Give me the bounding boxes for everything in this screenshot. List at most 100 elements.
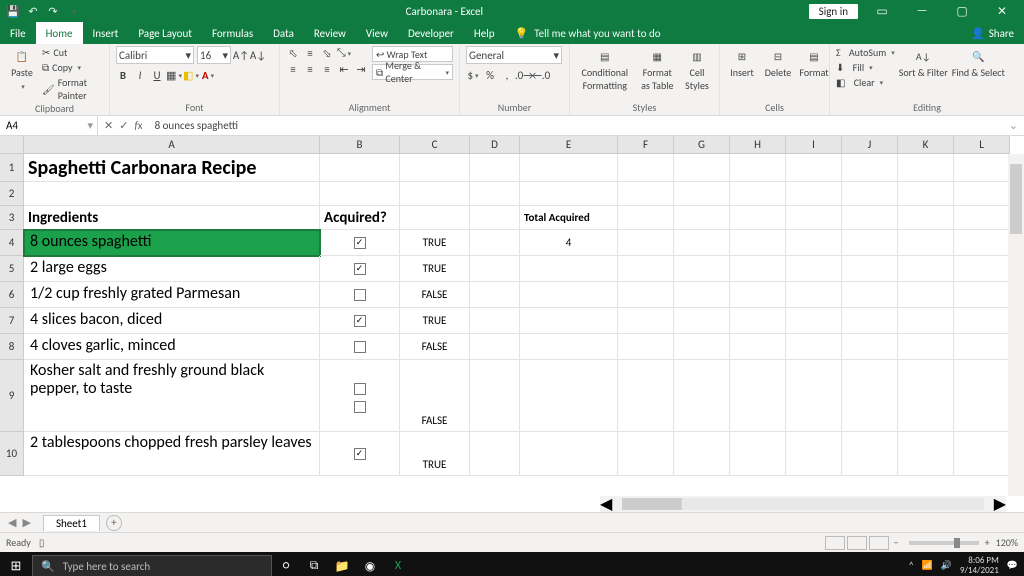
cell[interactable]: FALSE xyxy=(400,282,470,308)
checkbox[interactable]: ✓ xyxy=(354,237,366,249)
cell[interactable] xyxy=(898,230,954,256)
cell[interactable] xyxy=(898,256,954,282)
font-name-select[interactable]: Calibri▾ xyxy=(116,46,194,64)
cell[interactable] xyxy=(618,432,674,476)
ribbon-display-icon[interactable]: ▭ xyxy=(866,4,898,19)
increase-font-icon[interactable]: A↑ xyxy=(234,48,248,62)
underline-button[interactable]: U xyxy=(150,68,164,82)
checkbox[interactable]: ✓ xyxy=(354,315,366,327)
cell[interactable]: ✓ xyxy=(320,230,400,256)
cell[interactable]: 8 ounces spaghetti xyxy=(24,230,320,256)
col-header-B[interactable]: B xyxy=(320,136,400,154)
redo-icon[interactable]: ↷ xyxy=(46,4,60,18)
checkbox[interactable] xyxy=(354,401,366,413)
paste-dropdown[interactable] xyxy=(19,79,25,92)
cell[interactable] xyxy=(954,308,1010,334)
cell[interactable] xyxy=(24,182,320,206)
volume-icon[interactable]: 🔊 xyxy=(941,561,952,571)
row-header-10[interactable]: 10 xyxy=(0,432,24,476)
row-header-5[interactable]: 5 xyxy=(0,256,24,282)
cell[interactable] xyxy=(842,360,898,432)
checkbox[interactable] xyxy=(354,341,366,353)
cell[interactable]: Ingredients xyxy=(24,206,320,230)
zoom-level[interactable]: 120% xyxy=(996,536,1018,549)
font-size-select[interactable]: 16▾ xyxy=(197,46,231,64)
row-header-7[interactable]: 7 xyxy=(0,308,24,334)
cell[interactable] xyxy=(520,256,618,282)
tab-data[interactable]: Data xyxy=(263,22,304,44)
cell[interactable] xyxy=(954,154,1010,182)
cell[interactable] xyxy=(520,334,618,360)
sheet-tab-1[interactable]: Sheet1 xyxy=(43,515,100,531)
cell[interactable] xyxy=(520,308,618,334)
cell[interactable] xyxy=(674,230,730,256)
checkbox[interactable]: ✓ xyxy=(354,448,366,460)
cell[interactable] xyxy=(618,256,674,282)
cell[interactable] xyxy=(618,230,674,256)
fill-button[interactable]: ⬇ Fill xyxy=(836,61,895,74)
cell[interactable] xyxy=(320,334,400,360)
cell[interactable] xyxy=(898,360,954,432)
cell[interactable] xyxy=(730,432,786,476)
cell[interactable] xyxy=(954,432,1010,476)
cell[interactable] xyxy=(730,282,786,308)
cell[interactable] xyxy=(730,182,786,206)
cell[interactable] xyxy=(954,230,1010,256)
tell-me-input[interactable]: 💡 Tell me what you want to do xyxy=(505,22,671,44)
bold-button[interactable]: B xyxy=(116,68,130,82)
cell[interactable] xyxy=(842,334,898,360)
tab-developer[interactable]: Developer xyxy=(398,22,464,44)
cell[interactable] xyxy=(470,230,520,256)
align-middle-icon[interactable]: ≡ xyxy=(303,46,317,60)
cell[interactable] xyxy=(730,256,786,282)
cell[interactable] xyxy=(786,308,842,334)
cell[interactable] xyxy=(400,206,470,230)
border-button[interactable]: ▦ xyxy=(167,68,181,82)
align-right-icon[interactable]: ≡ xyxy=(320,62,334,76)
col-header-A[interactable]: A xyxy=(24,136,320,154)
cell[interactable] xyxy=(842,282,898,308)
share-button[interactable]: 👤 Share xyxy=(971,22,1024,44)
select-all-corner[interactable] xyxy=(0,136,24,154)
cell[interactable] xyxy=(898,154,954,182)
view-page-break-button[interactable] xyxy=(869,536,889,550)
cell[interactable] xyxy=(618,360,674,432)
macro-record-icon[interactable]: ▯ xyxy=(39,536,45,549)
delete-cells-button[interactable]: ⊟Delete xyxy=(762,46,794,79)
fx-icon[interactable]: fx xyxy=(134,119,142,132)
row-header-3[interactable]: 3 xyxy=(0,206,24,230)
cell[interactable] xyxy=(786,282,842,308)
cell[interactable] xyxy=(842,308,898,334)
indent-decrease-icon[interactable]: ⇤ xyxy=(337,62,351,76)
checkbox[interactable]: ✓ xyxy=(354,263,366,275)
cell[interactable] xyxy=(470,308,520,334)
col-header-C[interactable]: C xyxy=(400,136,470,154)
decrease-decimal-icon[interactable]: ←.0 xyxy=(534,68,548,82)
orientation-icon[interactable]: ⤡ xyxy=(337,46,351,60)
cell[interactable] xyxy=(470,334,520,360)
cell[interactable] xyxy=(786,432,842,476)
cell[interactable] xyxy=(674,154,730,182)
cell[interactable] xyxy=(618,308,674,334)
align-left-icon[interactable]: ≡ xyxy=(286,62,300,76)
cell[interactable]: 4 cloves garlic, minced xyxy=(24,334,320,360)
cell[interactable] xyxy=(674,334,730,360)
cell[interactable] xyxy=(618,282,674,308)
formula-expand-icon[interactable]: ⌄ xyxy=(1003,119,1024,132)
cell[interactable] xyxy=(520,360,618,432)
cell[interactable] xyxy=(520,154,618,182)
tab-formulas[interactable]: Formulas xyxy=(202,22,263,44)
row-header-9[interactable]: 9 xyxy=(0,360,24,432)
cell[interactable]: Acquired? xyxy=(320,206,400,230)
cell[interactable]: TRUE xyxy=(400,256,470,282)
paste-button[interactable]: 📋 Paste xyxy=(6,46,38,92)
add-sheet-button[interactable]: + xyxy=(106,515,122,531)
cell[interactable] xyxy=(470,360,520,432)
start-button[interactable]: ⊞ xyxy=(0,559,32,574)
cell[interactable] xyxy=(674,206,730,230)
cell[interactable] xyxy=(954,360,1010,432)
cell[interactable] xyxy=(786,154,842,182)
align-bottom-icon[interactable]: ⬂ xyxy=(320,46,334,60)
cell[interactable] xyxy=(674,256,730,282)
taskbar-search[interactable]: 🔍 Type here to search xyxy=(32,555,272,576)
